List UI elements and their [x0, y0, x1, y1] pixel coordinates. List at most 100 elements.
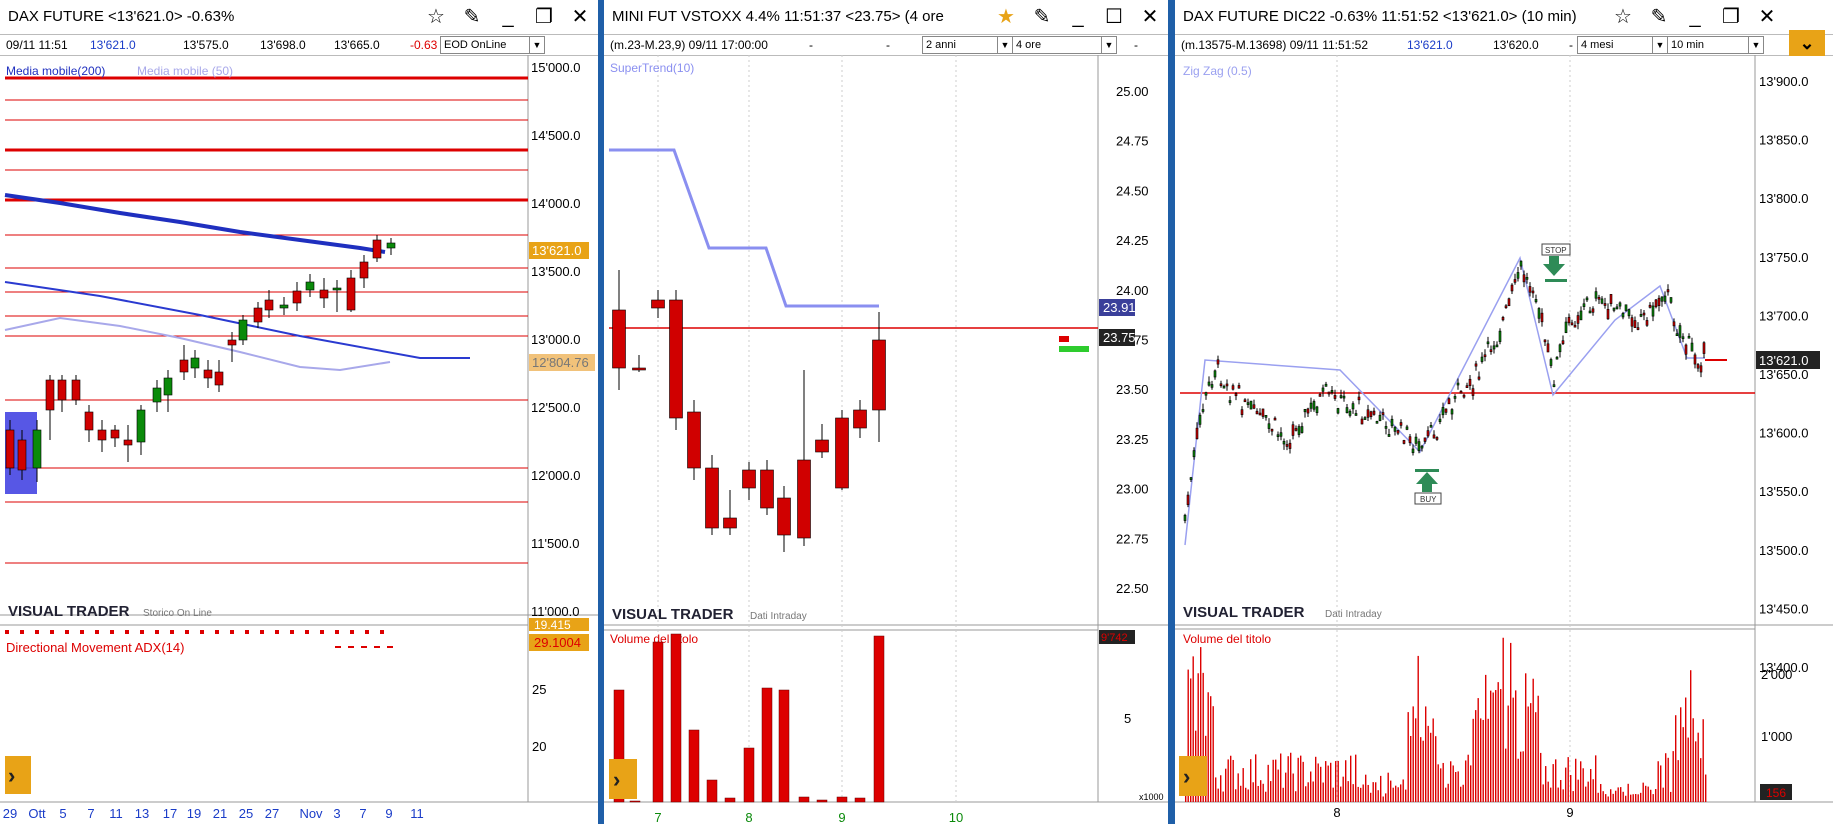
volume-bar [1230, 755, 1232, 802]
candle [1225, 383, 1229, 387]
price-tick: 13'800.0 [1759, 191, 1808, 206]
volume-bar [1465, 760, 1467, 802]
volume-bar [836, 796, 848, 803]
volume-bar [1300, 755, 1302, 802]
volume-bar [1372, 782, 1374, 802]
candle [1633, 320, 1637, 328]
price-tick: 13'700.0 [1759, 308, 1808, 323]
price-tick: 14'500.0 [531, 128, 580, 143]
candle [152, 387, 162, 403]
candle [1612, 307, 1616, 311]
candle [1243, 399, 1247, 403]
volume-bar [1697, 732, 1699, 802]
candle [319, 289, 329, 299]
date-tick: 9 [838, 810, 845, 824]
volume-bar [1285, 772, 1287, 802]
candle [71, 379, 81, 401]
candle [1438, 418, 1442, 422]
candle [1597, 296, 1601, 300]
volume-bar [1562, 789, 1564, 802]
candle [1366, 409, 1370, 418]
candle [1234, 393, 1238, 397]
volume-bar [1240, 785, 1242, 802]
volume-bar [1582, 768, 1584, 802]
candle [1471, 388, 1475, 396]
volume-bar [1425, 706, 1427, 802]
price-tick: 13'500.0 [531, 264, 580, 279]
adx-tick-20: 20 [532, 739, 546, 754]
volume-bar [1262, 783, 1264, 802]
candle [1642, 312, 1646, 316]
candle [1369, 411, 1373, 417]
volume-bar [1482, 719, 1484, 802]
price-tick: 13'650.0 [1759, 367, 1808, 382]
volume-bar [1252, 782, 1254, 802]
volume-bar [1405, 789, 1407, 802]
volume-bar [1497, 682, 1499, 802]
candle [57, 379, 67, 401]
marker-red [1059, 336, 1069, 342]
volume-bar [1367, 784, 1369, 802]
volume-bar [1402, 779, 1404, 802]
volume-bar [778, 689, 790, 803]
volume-bar [1270, 781, 1272, 802]
volume-bar [1360, 787, 1362, 802]
candle [227, 339, 237, 346]
volume-bar [1450, 761, 1452, 802]
volume-bar [1462, 784, 1464, 802]
volume-bar [1355, 754, 1357, 802]
candle [1681, 336, 1685, 340]
volume-bar [798, 796, 810, 803]
candle [1291, 424, 1295, 436]
candle [163, 377, 173, 396]
volume-bar [1527, 706, 1529, 802]
price-tick: 25.00 [1116, 84, 1149, 99]
volume-bar [1477, 698, 1479, 802]
volume-bar [1235, 789, 1237, 802]
candle [1660, 296, 1664, 302]
right-chart-svg[interactable]: STOP BUY Zig Zag (0.5) 13'900.013'850.01… [1175, 0, 1833, 824]
volume-unit: x1000 [1139, 792, 1164, 802]
candle [1318, 394, 1322, 397]
candle [214, 371, 224, 386]
volume-bar [1290, 752, 1292, 802]
candle [1429, 425, 1433, 428]
volume-bar [1557, 787, 1559, 802]
volume-bar [1630, 794, 1632, 802]
price-tick: 11'500.0 [531, 536, 580, 551]
volume-bar [1617, 787, 1619, 802]
middle-chart-svg[interactable]: SuperTrend(10) 25.00 24.75 24.50 24.25 24.00… [604, 0, 1168, 824]
adx-label: Directional Movement ADX(14) [6, 640, 184, 655]
volume-bar [1440, 768, 1442, 802]
candle [1483, 354, 1487, 358]
volume-bar [1565, 767, 1567, 802]
candle [1582, 303, 1586, 307]
candle [1228, 400, 1232, 403]
candle [305, 281, 315, 291]
volume-bar [1212, 706, 1214, 802]
volume-bar [1307, 782, 1309, 802]
volume-bar [1570, 775, 1572, 802]
candle [1363, 417, 1367, 420]
volume-bar [1547, 781, 1549, 802]
play-arrow-glyph: › [613, 767, 620, 792]
volume-bar [1395, 785, 1397, 802]
candle [872, 339, 886, 411]
candle [1426, 430, 1430, 437]
date-tick: 11 [109, 806, 123, 821]
candle [1252, 404, 1256, 409]
volume-bar [1447, 783, 1449, 802]
volume-bar [1227, 759, 1229, 802]
candle [1621, 313, 1625, 318]
volume-bar [1505, 748, 1507, 802]
left-chart-svg[interactable]: 13'621.0 12'804.76 15'000.0 14'500.0 14'00… [0, 0, 598, 824]
volume-bar [1537, 695, 1539, 802]
ma50-badge: 12'804.76 [532, 355, 589, 370]
candle [1441, 407, 1445, 416]
volume-bar [1247, 789, 1249, 802]
volume-bar [1317, 763, 1319, 802]
candle [1417, 441, 1421, 452]
candle [1699, 365, 1703, 373]
volume-bar [1305, 786, 1307, 802]
candle [372, 239, 382, 259]
